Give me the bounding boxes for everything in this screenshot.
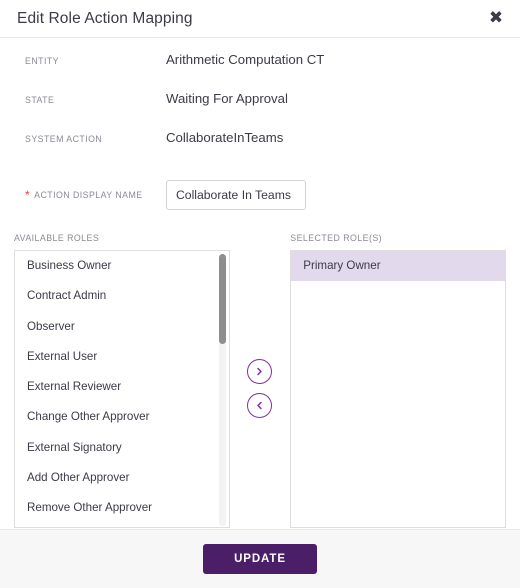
chevron-left-icon xyxy=(254,400,265,411)
transfer-actions xyxy=(230,233,291,418)
list-item[interactable]: External Signatory xyxy=(15,433,229,463)
available-roles-listbox[interactable]: Business Owner Contract Admin Observer E… xyxy=(14,250,230,528)
state-value: Waiting For Approval xyxy=(166,91,288,106)
list-item[interactable]: Add Other Approver xyxy=(15,463,229,493)
selected-roles-listbox[interactable]: Primary Owner xyxy=(290,250,506,528)
field-row-action-display-name: * ACTION DISPLAY NAME xyxy=(14,169,506,221)
page-title: Edit Role Action Mapping xyxy=(17,9,193,27)
dialog-body: ENTITY Arithmetic Computation CT STATE W… xyxy=(0,38,520,529)
list-item[interactable]: Observer xyxy=(15,312,229,342)
action-display-name-input[interactable] xyxy=(166,180,306,210)
list-item[interactable]: Remove Other Approver xyxy=(15,493,229,523)
field-row-system-action: SYSTEM ACTION CollaborateInTeams xyxy=(14,130,506,169)
list-item[interactable]: Business Owner xyxy=(15,251,229,281)
update-button[interactable]: UPDATE xyxy=(203,544,317,574)
move-left-button[interactable] xyxy=(247,393,273,418)
edit-role-action-mapping-dialog: Edit Role Action Mapping ✖ ENTITY Arithm… xyxy=(0,0,520,588)
available-roles-column: AVAILABLE ROLES Business Owner Contract … xyxy=(14,233,230,528)
list-item[interactable]: Contract Admin xyxy=(15,281,229,311)
action-display-name-label-text: ACTION DISPLAY NAME xyxy=(34,190,143,200)
system-action-label: SYSTEM ACTION xyxy=(25,134,103,144)
selected-roles-caption: SELECTED ROLE(S) xyxy=(290,233,383,243)
chevron-right-icon xyxy=(254,366,265,377)
available-roles-caption: AVAILABLE ROLES xyxy=(14,233,100,243)
field-row-entity: ENTITY Arithmetic Computation CT xyxy=(14,52,506,91)
move-right-button[interactable] xyxy=(247,359,273,384)
close-icon[interactable]: ✖ xyxy=(486,9,506,29)
list-item[interactable]: External Reviewer xyxy=(15,372,229,402)
selected-roles-column: SELECTED ROLE(S) Primary Owner xyxy=(290,233,506,528)
scrollbar-thumb[interactable] xyxy=(218,254,226,344)
dialog-header: Edit Role Action Mapping ✖ xyxy=(0,0,520,38)
list-item[interactable]: Change Other Approver xyxy=(15,402,229,432)
list-item[interactable]: Primary Owner xyxy=(291,251,505,282)
field-row-state: STATE Waiting For Approval xyxy=(14,91,506,130)
entity-value: Arithmetic Computation CT xyxy=(166,52,325,67)
required-marker-icon: * xyxy=(25,188,31,202)
system-action-value: CollaborateInTeams xyxy=(166,130,284,145)
role-transfer-widget: AVAILABLE ROLES Business Owner Contract … xyxy=(14,233,506,528)
dialog-footer: UPDATE xyxy=(0,529,520,588)
entity-label: ENTITY xyxy=(25,56,59,66)
state-label: STATE xyxy=(25,95,55,105)
action-display-name-label: * ACTION DISPLAY NAME xyxy=(14,179,166,211)
available-roles-scrollbar[interactable] xyxy=(218,254,226,526)
list-item[interactable]: External User xyxy=(15,342,229,372)
